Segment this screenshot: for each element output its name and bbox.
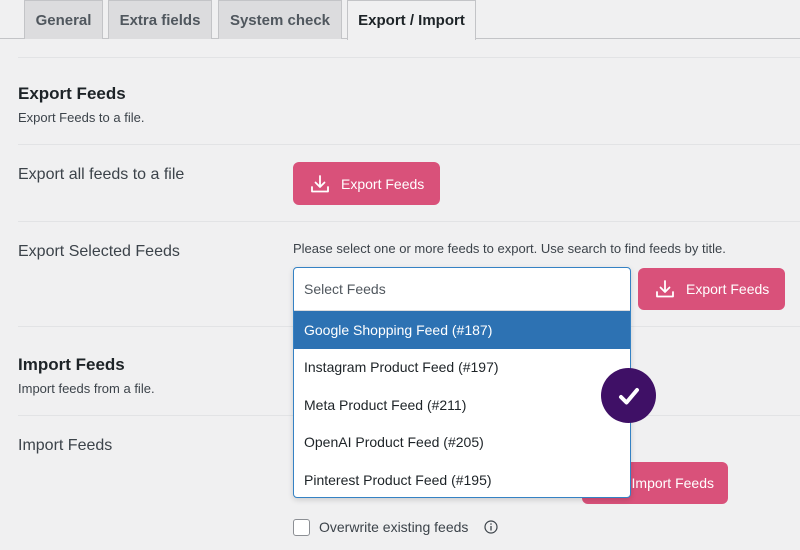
feed-option-pinterest[interactable]: Pinterest Product Feed (#195): [294, 461, 630, 497]
export-selected-button[interactable]: Export Feeds: [638, 268, 785, 310]
export-section-description: Export Feeds to a file.: [18, 110, 145, 125]
export-selected-hint: Please select one or more feeds to expor…: [293, 241, 726, 256]
overwrite-checkbox[interactable]: [293, 519, 310, 536]
export-selected-button-label: Export Feeds: [686, 281, 770, 297]
tab-general[interactable]: General: [24, 0, 103, 39]
feed-option-google-shopping[interactable]: Google Shopping Feed (#187): [294, 311, 630, 349]
overwrite-label: Overwrite existing feeds: [319, 519, 469, 535]
export-all-button-label: Export Feeds: [341, 175, 425, 192]
download-icon: [656, 280, 674, 298]
tab-bar: General Extra fields System check Export…: [0, 0, 800, 40]
info-icon[interactable]: [484, 520, 498, 534]
divider: [18, 221, 800, 222]
check-badge-icon: [601, 368, 656, 423]
export-all-label: Export all feeds to a file: [18, 166, 185, 183]
tab-export-import[interactable]: Export / Import: [347, 0, 476, 40]
divider: [18, 57, 800, 58]
import-section-description: Import feeds from a file.: [18, 381, 155, 396]
feed-option-openai[interactable]: OpenAI Product Feed (#205): [294, 424, 630, 462]
import-feeds-label: Import Feeds: [18, 437, 113, 454]
tab-extra-fields[interactable]: Extra fields: [108, 0, 212, 39]
import-feeds-button-label: Import Feeds: [631, 475, 714, 491]
export-selected-label: Export Selected Feeds: [18, 243, 180, 260]
feeds-select[interactable]: Select Feeds Google Shopping Feed (#187)…: [293, 267, 631, 498]
download-icon: [311, 174, 329, 192]
import-section-title: Import Feeds: [18, 355, 125, 374]
export-section-title: Export Feeds: [18, 84, 126, 103]
divider: [18, 144, 800, 145]
tab-system-check[interactable]: System check: [218, 0, 342, 39]
export-all-button[interactable]: Export Feeds: [293, 162, 440, 205]
feeds-search-input[interactable]: Select Feeds: [294, 268, 630, 311]
feed-option-meta[interactable]: Meta Product Feed (#211): [294, 386, 630, 424]
feed-option-instagram[interactable]: Instagram Product Feed (#197): [294, 349, 630, 387]
checkmark-icon: [618, 387, 639, 404]
